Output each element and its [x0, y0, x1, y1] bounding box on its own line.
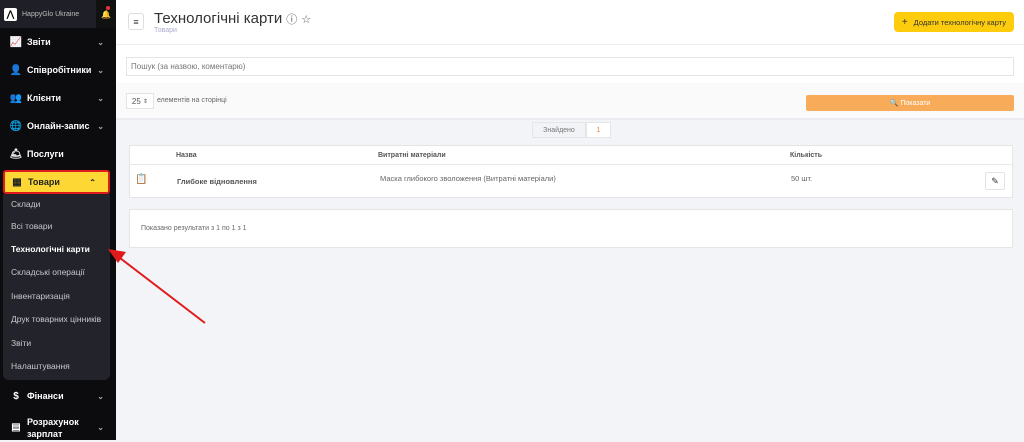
annotation-arrow: [108, 249, 206, 324]
arrow-line: [119, 257, 206, 324]
